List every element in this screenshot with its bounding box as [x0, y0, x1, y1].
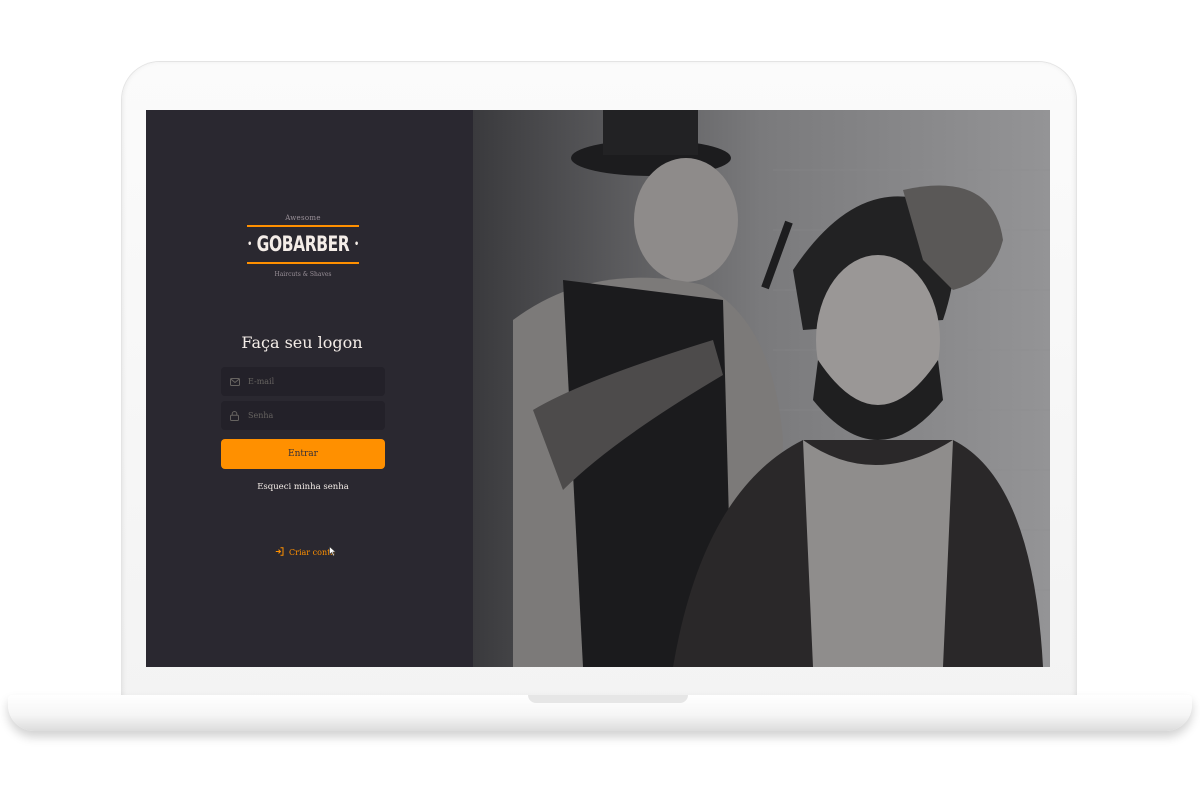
log-in-icon	[275, 547, 284, 558]
mail-icon	[230, 377, 240, 387]
logo-rule-bottom	[247, 262, 359, 264]
gobarber-logo: Awesome • GOBARBER • Haircuts & Shaves	[247, 214, 359, 292]
page-title: Faça seu logon	[241, 333, 363, 352]
laptop-base	[8, 695, 1192, 731]
password-field[interactable]	[221, 401, 385, 430]
logo-tagline-top: Awesome	[285, 214, 321, 222]
logo-brand-text: GOBARBER	[256, 232, 350, 256]
forgot-password-link[interactable]: Esqueci minha senha	[146, 482, 460, 492]
password-input[interactable]	[246, 410, 380, 421]
login-panel: Awesome • GOBARBER • Haircuts & Shaves F…	[146, 110, 473, 667]
email-input[interactable]	[246, 376, 380, 387]
logo-brand: • GOBARBER •	[247, 227, 359, 259]
mouse-pointer-icon	[329, 542, 337, 561]
barber-photo	[473, 110, 1050, 667]
login-button[interactable]: Entrar	[221, 439, 385, 469]
laptop-notch	[528, 695, 688, 703]
logo-dot-left: •	[247, 238, 252, 250]
logo-dot-right: •	[354, 238, 359, 250]
email-field[interactable]	[221, 367, 385, 396]
lock-icon	[230, 410, 240, 421]
app-screen: Awesome • GOBARBER • Haircuts & Shaves F…	[146, 110, 1050, 667]
logo-tagline-bottom: Haircuts & Shaves	[274, 271, 332, 278]
create-account-link[interactable]: Criar conta	[275, 547, 335, 558]
barber-photo-illustration	[473, 110, 1050, 667]
